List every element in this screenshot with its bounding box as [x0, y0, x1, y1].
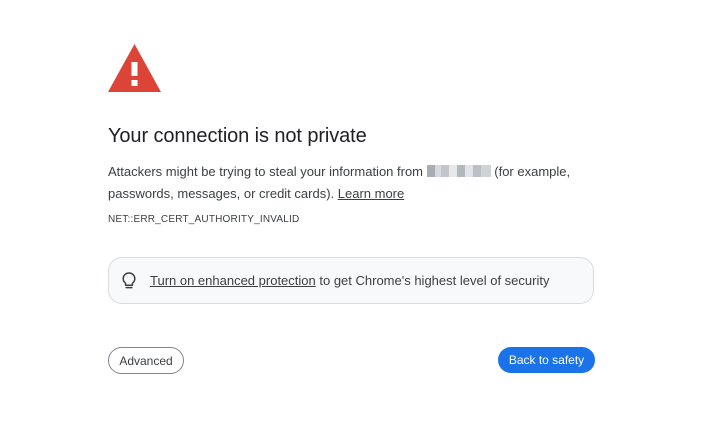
advanced-button[interactable]: Advanced — [108, 347, 184, 374]
lightbulb-icon — [122, 271, 136, 288]
redacted-domain — [426, 165, 491, 177]
enhanced-protection-suffix: to get Chrome's highest level of securit… — [315, 273, 550, 288]
back-to-safety-button[interactable]: Back to safety — [498, 347, 595, 373]
enhanced-protection-box: Turn on enhanced protection to get Chrom… — [108, 257, 594, 304]
enhanced-protection-link[interactable]: Turn on enhanced protection — [150, 273, 316, 288]
enhanced-protection-text: Turn on enhanced protection to get Chrom… — [150, 273, 549, 288]
learn-more-link[interactable]: Learn more — [338, 186, 404, 201]
description-text-before: Attackers might be trying to steal your … — [108, 164, 427, 179]
error-code: NET::ERR_CERT_AUTHORITY_INVALID — [108, 214, 300, 225]
error-description: Attackers might be trying to steal your … — [108, 161, 578, 205]
privacy-error-page: Your connection is not private Attackers… — [0, 0, 713, 428]
page-title: Your connection is not private — [108, 125, 367, 147]
warning-triangle-icon — [108, 44, 161, 92]
